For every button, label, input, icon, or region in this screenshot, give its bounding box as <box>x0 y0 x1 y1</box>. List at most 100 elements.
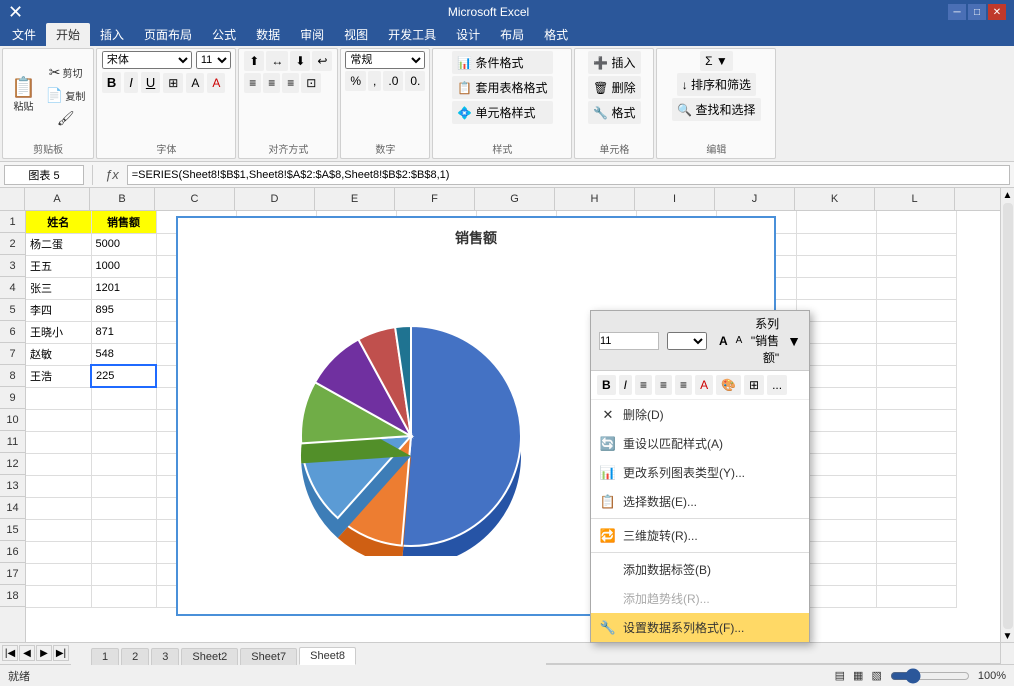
row-number-11[interactable]: 11 <box>0 431 25 453</box>
row-number-18[interactable]: 18 <box>0 585 25 607</box>
col-header-L[interactable]: L <box>875 188 955 210</box>
find-select-button[interactable]: 🔍 查找和选择 <box>672 98 760 121</box>
cell-B12[interactable] <box>91 453 156 475</box>
number-format-select[interactable]: 常规 <box>345 51 425 69</box>
sort-filter-button[interactable]: ↓ 排序和筛选 <box>677 73 756 96</box>
minimize-button[interactable]: ─ <box>948 4 966 20</box>
col-header-G[interactable]: G <box>475 188 555 210</box>
context-item-delete[interactable]: ✕删除(D) <box>591 400 809 429</box>
row-number-1[interactable]: 1 <box>0 211 25 233</box>
ribbon-tab-格式[interactable]: 格式 <box>534 23 578 46</box>
cell-A11[interactable] <box>26 431 91 453</box>
ctx-align-left-button[interactable]: ≡ <box>635 375 652 395</box>
cell-A8[interactable]: 王浩 <box>26 365 91 387</box>
cell-B13[interactable] <box>91 475 156 497</box>
ctx-bold-button[interactable]: B <box>597 375 616 395</box>
col-header-H[interactable]: H <box>555 188 635 210</box>
scroll-up-button[interactable]: ▲ <box>1003 190 1013 201</box>
ribbon-tab-审阅[interactable]: 审阅 <box>290 23 334 46</box>
formula-input[interactable] <box>127 165 1010 185</box>
context-item-reset[interactable]: 🔄重设以匹配样式(A) <box>591 429 809 458</box>
col-header-A[interactable]: A <box>25 188 90 210</box>
increase-decimal-button[interactable]: .0 <box>383 71 403 91</box>
ctx-border-button[interactable]: ⊞ <box>744 375 764 395</box>
cell-K1[interactable] <box>796 211 876 233</box>
cell-B16[interactable] <box>91 541 156 563</box>
cell-A17[interactable] <box>26 563 91 585</box>
font-color-button[interactable]: A <box>207 73 225 93</box>
border-button[interactable]: ⊞ <box>163 73 183 93</box>
format-cell-button[interactable]: 🔧 格式 <box>588 101 640 124</box>
cell-L14[interactable] <box>876 497 956 519</box>
cut-button[interactable]: ✂剪切 <box>42 62 89 83</box>
row-number-7[interactable]: 7 <box>0 343 25 365</box>
font-select-context[interactable] <box>667 332 707 350</box>
align-left-button[interactable]: ≡ <box>244 73 261 93</box>
cell-A1[interactable]: 姓名 <box>26 211 91 233</box>
cell-B18[interactable] <box>91 585 156 607</box>
ribbon-tab-公式[interactable]: 公式 <box>202 23 246 46</box>
col-header-I[interactable]: I <box>635 188 715 210</box>
sheet-last-button[interactable]: ▶| <box>53 645 69 661</box>
row-number-16[interactable]: 16 <box>0 541 25 563</box>
zoom-slider[interactable] <box>890 670 970 682</box>
context-item-add-labels[interactable]: 添加数据标签(B) <box>591 555 809 584</box>
cell-A3[interactable]: 王五 <box>26 255 91 277</box>
context-menu-dropdown[interactable]: ▼ <box>787 333 801 349</box>
sheet-tab-Sheet8[interactable]: Sheet8 <box>299 647 356 665</box>
cell-B17[interactable] <box>91 563 156 585</box>
page-break-button[interactable]: ▧ <box>871 669 881 682</box>
sheet-tab-3[interactable]: 3 <box>151 648 179 665</box>
format-painter-button[interactable]: 🖌 <box>42 108 89 129</box>
sheet-next-button[interactable]: ▶ <box>36 645 52 661</box>
decrease-decimal-button[interactable]: 0. <box>405 71 425 91</box>
cell-A5[interactable]: 李四 <box>26 299 91 321</box>
bold-button[interactable]: B <box>102 72 121 93</box>
cell-B4[interactable]: 1201 <box>91 277 156 299</box>
row-number-14[interactable]: 14 <box>0 497 25 519</box>
cell-B15[interactable] <box>91 519 156 541</box>
maximize-button[interactable]: □ <box>968 4 986 20</box>
cell-K3[interactable] <box>796 255 876 277</box>
cell-B14[interactable] <box>91 497 156 519</box>
align-middle-button[interactable]: ↔ <box>266 51 288 71</box>
col-header-F[interactable]: F <box>395 188 475 210</box>
row-number-15[interactable]: 15 <box>0 519 25 541</box>
cell-L15[interactable] <box>876 519 956 541</box>
cell-L1[interactable] <box>876 211 956 233</box>
cell-A12[interactable] <box>26 453 91 475</box>
context-item-select-data[interactable]: 📋选择数据(E)... <box>591 487 809 516</box>
align-bottom-button[interactable]: ⬇ <box>290 51 310 71</box>
ribbon-tab-视图[interactable]: 视图 <box>334 23 378 46</box>
ribbon-tab-布局[interactable]: 布局 <box>490 23 534 46</box>
cell-A18[interactable] <box>26 585 91 607</box>
sheet-tab-Sheet2[interactable]: Sheet2 <box>181 648 238 665</box>
cell-B2[interactable]: 5000 <box>91 233 156 255</box>
autosum-button[interactable]: Σ ▼ <box>700 51 733 71</box>
align-right-button[interactable]: ≡ <box>282 73 299 93</box>
cell-L8[interactable] <box>876 365 956 387</box>
ribbon-tab-文件[interactable]: 文件 <box>2 23 46 46</box>
font-size-input[interactable] <box>599 332 659 350</box>
col-header-D[interactable]: D <box>235 188 315 210</box>
ctx-fill-button[interactable]: 🎨 <box>716 375 741 395</box>
ribbon-tab-开发工具[interactable]: 开发工具 <box>378 23 446 46</box>
name-box[interactable] <box>4 165 84 185</box>
ctx-align-center-button[interactable]: ≡ <box>655 375 672 395</box>
cell-L13[interactable] <box>876 475 956 497</box>
row-number-5[interactable]: 5 <box>0 299 25 321</box>
context-item-format[interactable]: 🔧设置数据系列格式(F)... <box>591 613 809 642</box>
ribbon-tab-数据[interactable]: 数据 <box>246 23 290 46</box>
cell-A6[interactable]: 王晓小 <box>26 321 91 343</box>
cell-A16[interactable] <box>26 541 91 563</box>
close-button[interactable]: ✕ <box>988 4 1006 20</box>
font-family-select[interactable]: 宋体 <box>102 51 192 69</box>
page-layout-button[interactable]: ▦ <box>853 669 863 682</box>
normal-view-button[interactable]: ▤ <box>835 669 845 682</box>
sheet-tab-1[interactable]: 1 <box>91 648 119 665</box>
sheet-first-button[interactable]: |◀ <box>2 645 18 661</box>
cell-L18[interactable] <box>876 585 956 607</box>
cell-L11[interactable] <box>876 431 956 453</box>
cell-L6[interactable] <box>876 321 956 343</box>
context-item-rotate[interactable]: 🔁三维旋转(R)... <box>591 521 809 550</box>
